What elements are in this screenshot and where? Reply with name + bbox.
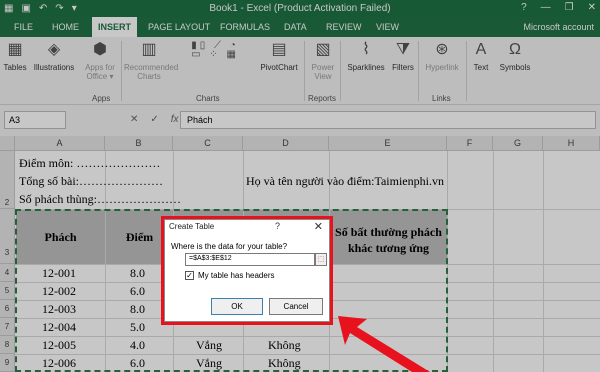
pointer-arrow-icon [338, 316, 430, 372]
